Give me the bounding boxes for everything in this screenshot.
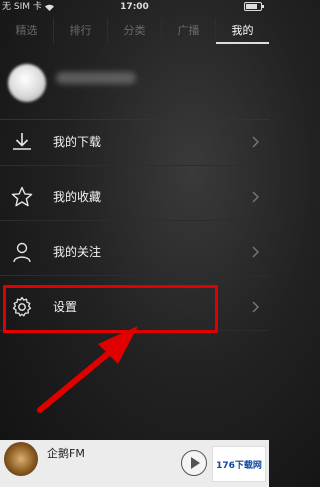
- menu-item-favorites[interactable]: 我的收藏: [0, 175, 269, 221]
- menu-item-label: 我的收藏: [53, 190, 102, 204]
- watermark-text: 176下载网: [216, 460, 262, 471]
- player-title: 企鹅FM: [47, 447, 85, 460]
- person-icon: [13, 242, 31, 263]
- menu-item-label: 我的下载: [53, 135, 102, 149]
- tab-featured[interactable]: 精选: [0, 18, 54, 44]
- top-tabs: 精选 排行 分类 广播 我的: [0, 18, 269, 44]
- status-time: 17:00: [120, 2, 149, 12]
- chevron-right-icon: [252, 301, 259, 313]
- chevron-right-icon: [252, 136, 259, 148]
- play-button[interactable]: [181, 450, 207, 476]
- menu-item-following[interactable]: 我的关注: [0, 230, 269, 276]
- tab-mine[interactable]: 我的: [216, 18, 269, 44]
- tab-charts[interactable]: 排行: [54, 18, 108, 44]
- tab-radio[interactable]: 广播: [162, 18, 216, 44]
- profile-header[interactable]: [0, 50, 269, 120]
- mini-player[interactable]: 企鹅FM 176下载网: [0, 440, 269, 487]
- avatar[interactable]: [8, 64, 46, 102]
- star-icon: [11, 186, 33, 207]
- menu-item-downloads[interactable]: 我的下载: [0, 120, 269, 166]
- play-icon: [191, 457, 200, 469]
- watermark-logo: 176下载网: [212, 446, 266, 482]
- battery-fill: [246, 4, 257, 9]
- album-art[interactable]: [4, 442, 38, 476]
- highlight-box-annotation: [3, 285, 218, 333]
- chevron-right-icon: [252, 191, 259, 203]
- status-bar: 无 SIM 卡 17:00: [0, 0, 269, 14]
- menu-item-label: 我的关注: [53, 245, 102, 259]
- chevron-right-icon: [252, 246, 259, 258]
- download-icon: [13, 133, 31, 150]
- tab-categories[interactable]: 分类: [108, 18, 162, 44]
- username-blurred: [56, 72, 136, 84]
- battery-icon: [244, 2, 266, 12]
